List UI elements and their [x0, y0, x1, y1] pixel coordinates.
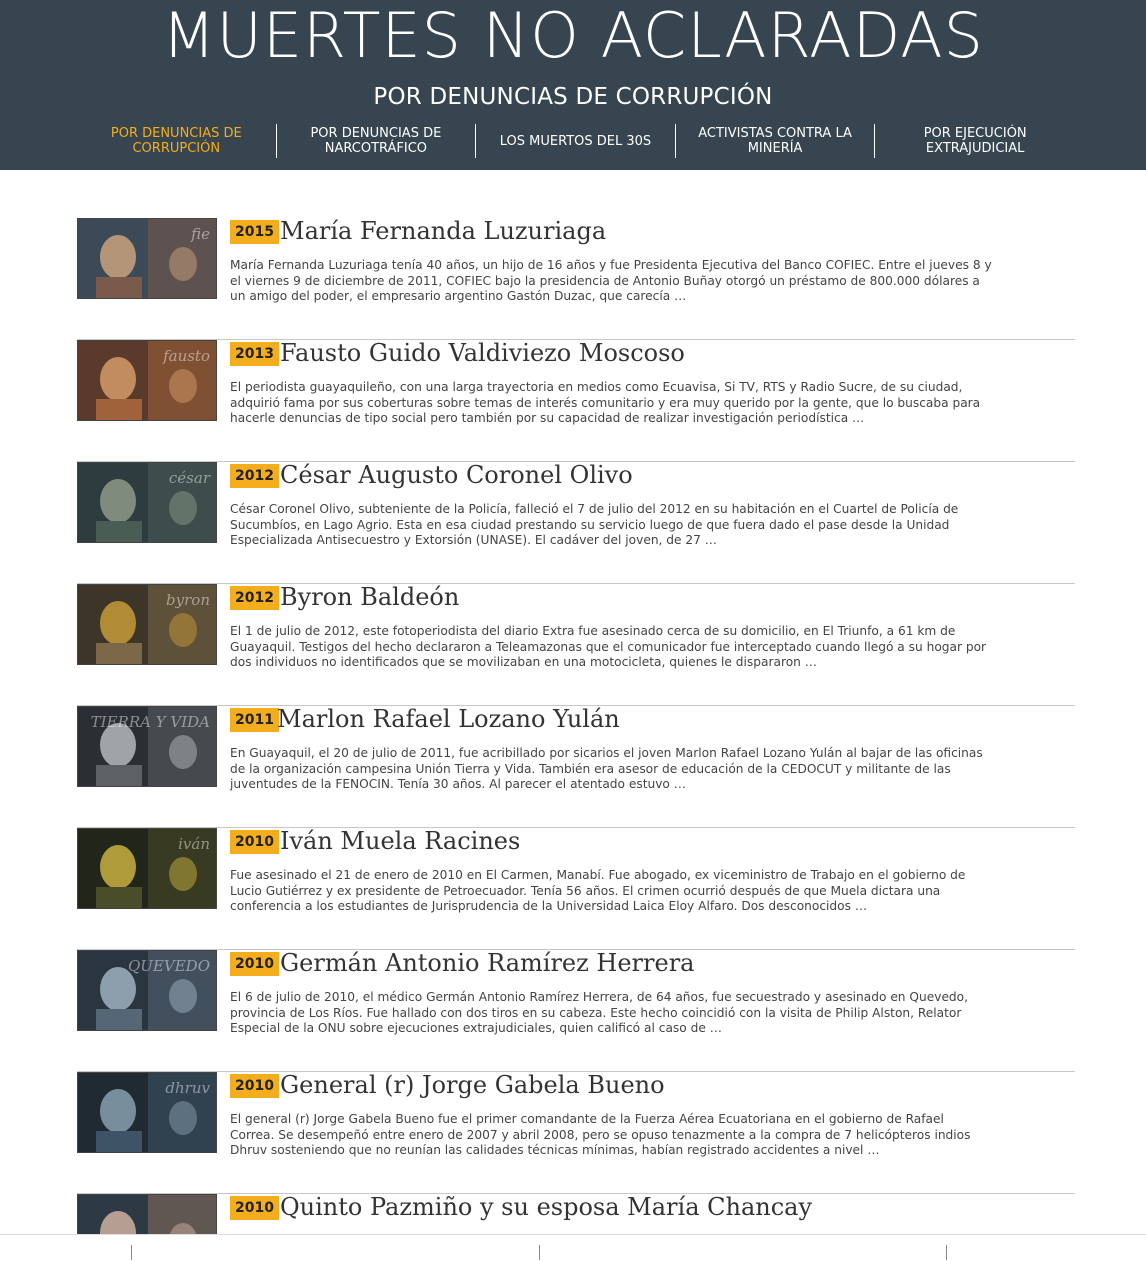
- case-title-link[interactable]: María Fernanda Luzuriaga: [280, 215, 606, 247]
- thumbnail-caption: dhruv: [165, 1079, 210, 1097]
- thumbnail-caption: fausto: [163, 347, 210, 365]
- nav-item-mineria[interactable]: ACTIVISTAS CONTRA LA MINERÍA: [676, 124, 876, 158]
- case-title-link[interactable]: Byron Baldeón: [280, 581, 459, 613]
- cases-list: fie 2015 María Fernanda Luzuriaga María Fer…: [77, 215, 1075, 1261]
- year-badge: 2010: [230, 952, 279, 976]
- thumbnail-caption: byron: [166, 591, 210, 609]
- nav-item-narcotrafico[interactable]: POR DENUNCIAS DE NARCOTRÁFICO: [277, 124, 477, 158]
- case-thumbnail[interactable]: iván: [77, 828, 217, 909]
- case-thumbnail[interactable]: dhruv: [77, 1072, 217, 1153]
- footer-divider: [539, 1245, 540, 1260]
- case-thumbnail[interactable]: byron: [77, 584, 217, 665]
- case-title-link[interactable]: Iván Muela Racines: [280, 825, 520, 857]
- case-excerpt: El 6 de julio de 2010, el médico Germán …: [230, 990, 969, 1035]
- case-entry: TIERRA Y VIDA 2011 Marlon Rafael Lozano Yu…: [77, 703, 1075, 828]
- footer-bar: [0, 1234, 1146, 1261]
- year-badge: 2010: [230, 830, 279, 854]
- case-entry: césar 2012 César Augusto Coronel Olivo Césa…: [77, 459, 1075, 584]
- case-thumbnail[interactable]: fausto: [77, 340, 217, 421]
- nav-item-30s[interactable]: LOS MUERTOS DEL 30S: [476, 124, 676, 158]
- case-entry: iván 2010 Iván Muela Racines Fue asesinado …: [77, 825, 1075, 950]
- year-badge: 2010: [230, 1074, 279, 1098]
- thumbnail-caption: QUEVEDO: [128, 957, 210, 975]
- site-title: MUERTES NO ACLARADAS: [161, 0, 984, 72]
- case-thumbnail[interactable]: fie: [77, 218, 217, 299]
- thumbnail-caption: césar: [168, 469, 210, 487]
- thumbnail-caption: TIERRA Y VIDA: [90, 713, 210, 731]
- case-excerpt: En Guayaquil, el 20 de julio de 2011, fu…: [230, 746, 983, 791]
- case-entry: dhruv 2010 General (r) Jorge Gabela Bueno E…: [77, 1069, 1075, 1194]
- year-badge: 2013: [230, 342, 279, 366]
- site-header: MUERTES NO ACLARADAS POR DENUNCIAS DE CO…: [0, 0, 1146, 170]
- case-entry: fausto 2013 Fausto Guido Valdiviezo Moscos…: [77, 337, 1075, 462]
- case-excerpt: El periodista guayaquileño, con una larg…: [230, 380, 981, 425]
- case-excerpt: El general (r) Jorge Gabela Bueno fue el…: [230, 1112, 971, 1157]
- case-title-link[interactable]: Germán Antonio Ramírez Herrera: [280, 947, 694, 979]
- thumbnail-caption: iván: [178, 835, 210, 853]
- case-excerpt: César Coronel Olivo, subteniente de la P…: [230, 502, 959, 547]
- year-badge: 2015: [230, 220, 279, 244]
- thumbnail-caption: fie: [191, 225, 210, 243]
- year-badge: 2010: [230, 1196, 279, 1220]
- year-badge: 2012: [230, 464, 279, 488]
- footer-divider: [131, 1245, 132, 1260]
- case-thumbnail[interactable]: QUEVEDO: [77, 950, 217, 1031]
- case-title-link[interactable]: General (r) Jorge Gabela Bueno: [280, 1069, 665, 1101]
- case-excerpt: Fue asesinado el 21 de enero de 2010 en …: [230, 868, 966, 913]
- year-badge: 2012: [230, 586, 279, 610]
- nav-item-corrupcion[interactable]: POR DENUNCIAS DE CORRUPCIÓN: [77, 124, 277, 158]
- case-title-link[interactable]: Quinto Pazmiño y su esposa María Chancay: [280, 1191, 812, 1223]
- case-title-link[interactable]: César Augusto Coronel Olivo: [280, 459, 633, 491]
- case-entry: byron 2012 Byron Baldeón El 1 de julio de 2…: [77, 581, 1075, 706]
- nav-item-ejecucion-extrajudicial[interactable]: POR EJECUCIÓN EXTRAJUDICIAL: [875, 124, 1075, 158]
- category-nav: POR DENUNCIAS DE CORRUPCIÓN POR DENUNCIA…: [77, 124, 1075, 158]
- case-title-link[interactable]: Marlon Rafael Lozano Yulán: [277, 703, 620, 735]
- case-thumbnail[interactable]: césar: [77, 462, 217, 543]
- case-excerpt: María Fernanda Luzuriaga tenía 40 años, …: [230, 258, 992, 303]
- case-thumbnail[interactable]: TIERRA Y VIDA: [77, 706, 217, 787]
- case-entry: fie 2015 María Fernanda Luzuriaga María Fer…: [77, 215, 1075, 340]
- case-excerpt: El 1 de julio de 2012, este fotoperiodis…: [230, 624, 987, 669]
- case-entry: QUEVEDO 2010 Germán Antonio Ramírez Herrer…: [77, 947, 1075, 1072]
- year-badge: 2011: [230, 708, 279, 732]
- section-subtitle: POR DENUNCIAS DE CORRUPCIÓN: [373, 84, 773, 110]
- case-title-link[interactable]: Fausto Guido Valdiviezo Moscoso: [280, 337, 685, 369]
- footer-divider: [946, 1245, 947, 1260]
